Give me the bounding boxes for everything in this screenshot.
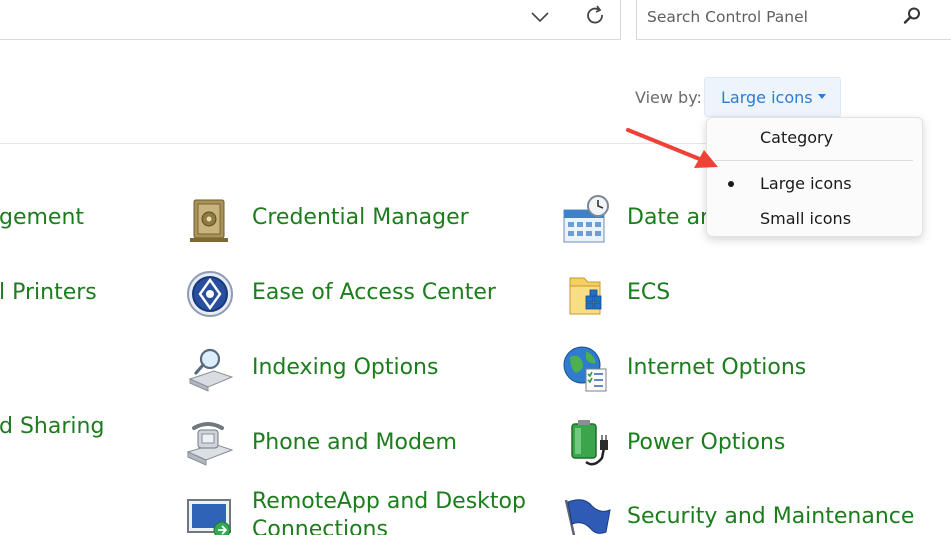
control-panel-item-ecs[interactable]: ECS [558, 265, 858, 325]
item-label: Date ar [627, 205, 710, 230]
control-panel-item-ease-of-access[interactable]: Ease of Access Center [182, 265, 542, 325]
item-label: Phone and Modem [252, 430, 457, 455]
address-bar[interactable] [0, 0, 621, 40]
view-by-label: View by: [635, 88, 702, 107]
menu-item-label: Category [760, 128, 834, 147]
control-panel-item-phone-and-modem[interactable]: Phone and Modem [182, 415, 542, 475]
globe-checklist-icon [563, 346, 607, 392]
control-panel-item-date-and-time[interactable]: Date ar [558, 190, 718, 250]
menu-item-label: Small icons [760, 209, 852, 228]
ecs-folder-icon [569, 277, 602, 315]
item-label-line2: Connections [252, 517, 388, 535]
menu-separator [715, 160, 913, 161]
safe-icon [190, 199, 228, 242]
item-label: RemoteApp and Desktop [252, 489, 526, 514]
menu-item-label: Large icons [760, 174, 852, 193]
control-panel-item-remoteapp[interactable]: RemoteApp and Desktop Connections [182, 488, 542, 535]
control-panel-item-credential-manager[interactable]: Credential Manager [182, 190, 542, 250]
item-label: Credential Manager [252, 205, 469, 230]
control-panel-item-internet-options[interactable]: Internet Options [558, 340, 898, 400]
menu-item-small-icons[interactable]: Small icons [707, 203, 922, 235]
battery-plug-icon [571, 420, 608, 466]
item-label-partial[interactable]: gement [0, 205, 84, 230]
control-panel-item-security-and-maintenance[interactable]: Security and Maintenance [558, 488, 938, 535]
view-by-selected: Large icons [721, 87, 813, 107]
control-panel-item-power-options[interactable]: Power Options [558, 415, 898, 475]
flag-icon [564, 499, 611, 535]
item-label: ECS [627, 280, 671, 305]
chevron-down-icon[interactable] [528, 6, 552, 28]
item-label: Internet Options [627, 355, 807, 380]
ease-of-access-icon [187, 271, 233, 317]
refresh-icon[interactable] [583, 4, 607, 28]
header-divider [0, 143, 706, 144]
view-by-dropdown[interactable]: Large icons [704, 77, 841, 117]
control-panel-item-indexing-options[interactable]: Indexing Options [182, 340, 542, 400]
item-label-partial[interactable]: d Sharing [0, 414, 104, 439]
remote-desktop-icon [187, 499, 231, 535]
search-icon[interactable] [902, 6, 922, 26]
item-label-partial[interactable]: l Printers [0, 280, 97, 305]
item-label: Power Options [627, 430, 786, 455]
view-by-menu: Category Large icons Small icons [706, 117, 923, 237]
phone-modem-icon [186, 422, 234, 466]
annotation-arrow-icon [626, 128, 718, 168]
menu-item-category[interactable]: Category [707, 122, 922, 154]
selected-bullet-icon [728, 181, 734, 187]
search-input[interactable] [647, 2, 897, 32]
menu-item-large-icons[interactable]: Large icons [707, 168, 922, 200]
caret-down-icon [818, 94, 826, 99]
calendar-clock-icon [563, 195, 609, 243]
search-box[interactable] [636, 0, 951, 40]
item-label: Ease of Access Center [252, 280, 496, 305]
indexing-magnifier-icon [188, 348, 234, 392]
item-label: Indexing Options [252, 355, 439, 380]
item-label: Security and Maintenance [627, 504, 915, 529]
